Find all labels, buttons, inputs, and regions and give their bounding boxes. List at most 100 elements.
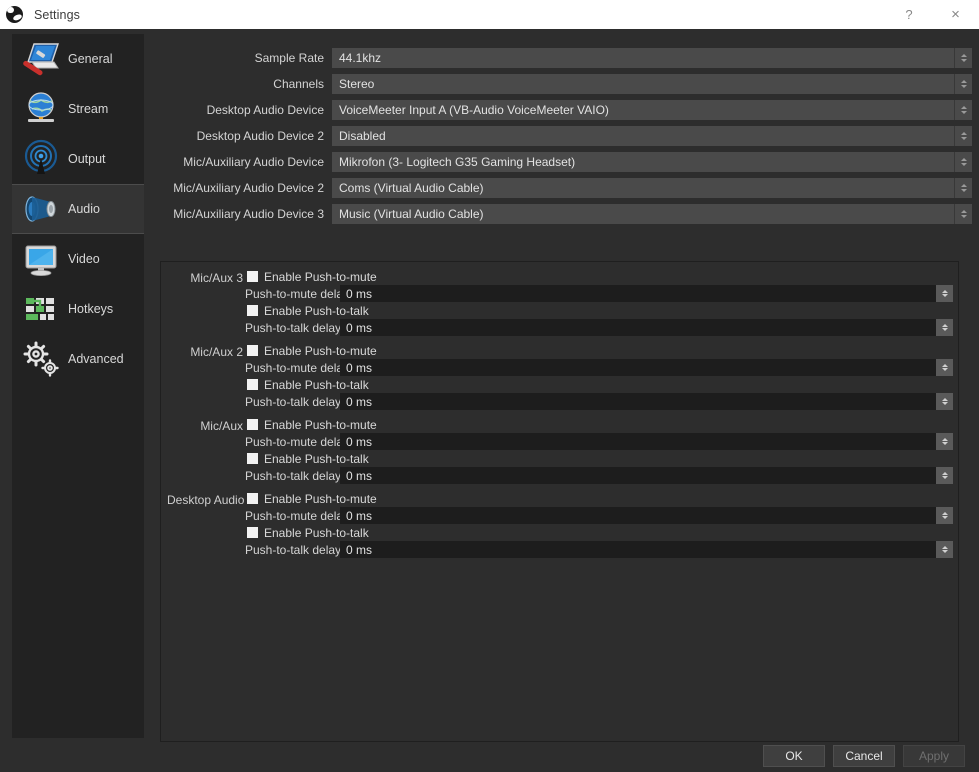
sidebar-item-stream[interactable]: Stream: [12, 84, 144, 134]
video-icon: [20, 238, 62, 280]
ok-button[interactable]: OK: [763, 745, 825, 767]
push-to-mute-delay-input[interactable]: 0 ms: [340, 359, 936, 376]
push-to-talk-row: Enable Push-to-talk: [245, 376, 958, 393]
push-to-mute-row: Enable Push-to-mute: [245, 416, 958, 433]
chevron-updown-icon[interactable]: [954, 204, 972, 224]
field-label: Sample Rate: [254, 51, 324, 65]
push-to-mute-checkbox[interactable]: [247, 493, 258, 504]
field-mic-aux-device: Mic/Auxiliary Audio Device Mikrofon (3- …: [160, 152, 972, 172]
ptt-group-label: Mic/Aux 2: [190, 345, 243, 359]
mic-aux-device-select[interactable]: Mikrofon (3- Logitech G35 Gaming Headset…: [332, 152, 954, 172]
chevron-updown-icon[interactable]: [954, 126, 972, 146]
dialog-footer: OK Cancel Apply: [0, 714, 979, 772]
sidebar-item-label: Video: [68, 251, 100, 266]
chevron-updown-icon[interactable]: [954, 48, 972, 68]
sidebar-item-video[interactable]: Video: [12, 234, 144, 284]
push-to-mute-delay-label: Push-to-mute delay: [245, 508, 350, 523]
push-to-mute-label: Enable Push-to-mute: [264, 491, 377, 506]
push-to-talk-checkbox[interactable]: [247, 527, 258, 538]
push-to-talk-delay-label: Push-to-talk delay: [245, 394, 342, 409]
push-to-talk-delay-input[interactable]: 0 ms: [340, 319, 936, 336]
sample-rate-select[interactable]: 44.1khz: [332, 48, 954, 68]
chevron-updown-icon[interactable]: [936, 319, 953, 336]
ptt-group-label: Mic/Aux: [200, 419, 243, 433]
field-desktop-audio-device-2: Desktop Audio Device 2 Disabled: [160, 126, 972, 146]
chevron-updown-icon[interactable]: [954, 152, 972, 172]
push-to-talk-delay-row: Push-to-talk delay 0 ms: [245, 541, 958, 558]
push-to-talk-checkbox[interactable]: [247, 453, 258, 464]
sidebar-item-general[interactable]: General: [12, 34, 144, 84]
push-to-talk-checkbox[interactable]: [247, 305, 258, 316]
chevron-updown-icon[interactable]: [936, 467, 953, 484]
chevron-updown-icon[interactable]: [936, 359, 953, 376]
push-to-mute-checkbox[interactable]: [247, 271, 258, 282]
audio-icon: [20, 188, 62, 230]
field-label: Mic/Auxiliary Audio Device: [183, 155, 324, 169]
push-to-talk-row: Enable Push-to-talk: [245, 450, 958, 467]
field-label: Desktop Audio Device 2: [196, 129, 324, 143]
channels-select[interactable]: Stereo: [332, 74, 954, 94]
push-to-talk-delay-input[interactable]: 0 ms: [340, 467, 936, 484]
push-to-mute-row: Enable Push-to-mute: [245, 490, 958, 507]
push-to-mute-checkbox[interactable]: [247, 345, 258, 356]
close-icon[interactable]: ×: [932, 0, 979, 29]
chevron-updown-icon[interactable]: [954, 100, 972, 120]
desktop-audio-device-2-select[interactable]: Disabled: [332, 126, 954, 146]
field-channels: Channels Stereo: [160, 74, 972, 94]
mic-aux-device-2-select[interactable]: Coms (Virtual Audio Cable): [332, 178, 954, 198]
push-to-mute-row: Enable Push-to-mute: [245, 342, 958, 359]
sidebar-item-hotkeys[interactable]: Hotkeys: [12, 284, 144, 334]
push-to-talk-delay-input[interactable]: 0 ms: [340, 393, 936, 410]
stream-icon: [20, 88, 62, 130]
help-icon[interactable]: ?: [886, 0, 932, 29]
sidebar-item-label: Hotkeys: [68, 301, 114, 316]
mic-aux-device-3-select[interactable]: Music (Virtual Audio Cable): [332, 204, 954, 224]
chevron-updown-icon[interactable]: [936, 507, 953, 524]
push-to-mute-delay-input[interactable]: 0 ms: [340, 285, 936, 302]
audio-device-list: Sample Rate 44.1khz Channels Stereo Desk…: [160, 48, 972, 230]
chevron-updown-icon[interactable]: [936, 541, 953, 558]
sidebar-item-advanced[interactable]: Advanced: [12, 334, 144, 384]
ptt-section: Mic/Aux Enable Push-to-mute Push-to-mute…: [161, 410, 958, 484]
push-to-mute-delay-row: Push-to-mute delay 0 ms: [245, 285, 958, 302]
push-to-mute-row: Enable Push-to-mute: [245, 268, 958, 285]
cancel-button[interactable]: Cancel: [833, 745, 895, 767]
field-label: Channels: [273, 77, 324, 91]
push-to-talk-row: Enable Push-to-talk: [245, 524, 958, 541]
dialog-button-row: OK Cancel Apply: [763, 745, 965, 767]
sidebar-item-output[interactable]: Output: [12, 134, 144, 184]
sidebar-item-audio[interactable]: Audio: [12, 184, 144, 234]
desktop-audio-device-select[interactable]: VoiceMeeter Input A (VB-Audio VoiceMeete…: [332, 100, 954, 120]
push-to-mute-delay-label: Push-to-mute delay: [245, 286, 350, 301]
push-to-talk-label: Enable Push-to-talk: [264, 525, 369, 540]
field-sample-rate: Sample Rate 44.1khz: [160, 48, 972, 68]
push-to-mute-label: Enable Push-to-mute: [264, 343, 377, 358]
push-to-mute-delay-row: Push-to-mute delay 0 ms: [245, 359, 958, 376]
chevron-updown-icon[interactable]: [954, 178, 972, 198]
chevron-updown-icon[interactable]: [954, 74, 972, 94]
ptt-section: Mic/Aux 3 Enable Push-to-mute Push-to-mu…: [161, 262, 958, 336]
chevron-updown-icon[interactable]: [936, 433, 953, 450]
push-to-mute-delay-row: Push-to-mute delay 0 ms: [245, 507, 958, 524]
hotkeys-icon: [20, 288, 62, 330]
push-to-talk-delay-label: Push-to-talk delay: [245, 542, 342, 557]
push-to-mute-delay-label: Push-to-mute delay: [245, 434, 350, 449]
push-to-settings-scroll-area[interactable]: Mic/Aux 3 Enable Push-to-mute Push-to-mu…: [160, 261, 959, 742]
push-to-mute-delay-input[interactable]: 0 ms: [340, 433, 936, 450]
push-to-talk-checkbox[interactable]: [247, 379, 258, 390]
push-to-mute-label: Enable Push-to-mute: [264, 417, 377, 432]
push-to-mute-delay-input[interactable]: 0 ms: [340, 507, 936, 524]
title-bar: Settings ? ×: [0, 0, 979, 29]
sidebar-item-label: Stream: [68, 101, 109, 116]
push-to-talk-delay-input[interactable]: 0 ms: [340, 541, 936, 558]
push-to-mute-checkbox[interactable]: [247, 419, 258, 430]
ptt-group-label: Desktop Audio: [167, 493, 245, 507]
window-title: Settings: [34, 7, 80, 22]
sidebar-item-label: Audio: [68, 201, 100, 216]
apply-button[interactable]: Apply: [903, 745, 965, 767]
settings-sidebar: General Stream Output Audio Video Hotkey…: [12, 34, 144, 738]
push-to-talk-delay-label: Push-to-talk delay: [245, 468, 342, 483]
chevron-updown-icon[interactable]: [936, 393, 953, 410]
audio-settings-pane: Sample Rate 44.1khz Channels Stereo Desk…: [160, 29, 972, 772]
chevron-updown-icon[interactable]: [936, 285, 953, 302]
